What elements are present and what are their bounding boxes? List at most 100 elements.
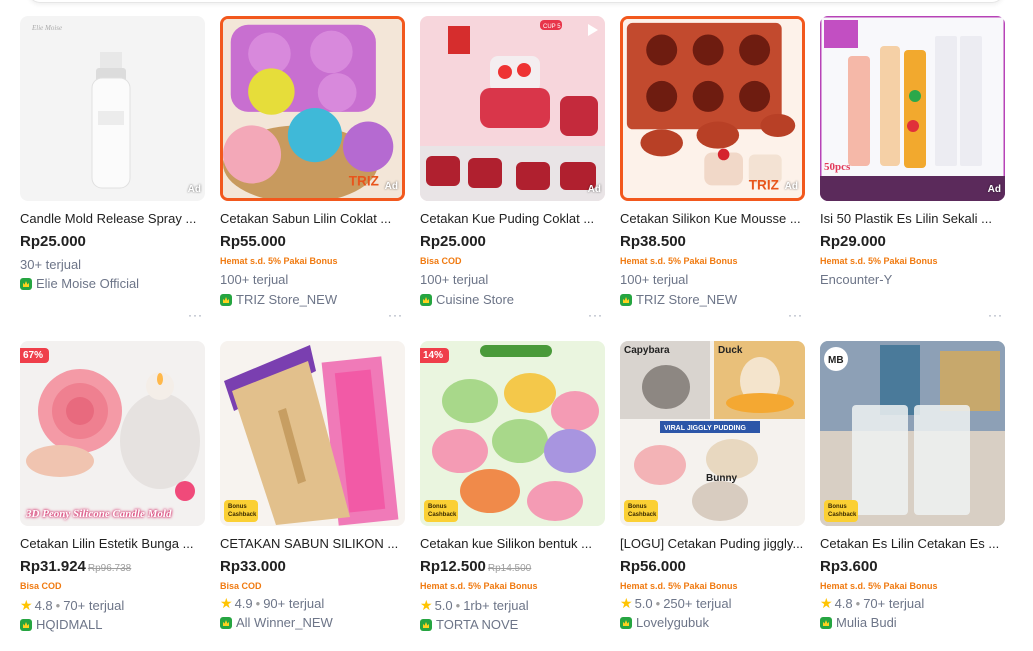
shop-info[interactable]: HQIDMALL <box>20 617 102 632</box>
promo-label: Hemat s.d. 5% Pakai Bonus <box>820 581 938 591</box>
product-image[interactable]: 50pcs Ad <box>820 16 1005 201</box>
svg-text:Elie Moise: Elie Moise <box>31 24 62 32</box>
shop-info[interactable]: TRIZ Store_NEW <box>220 292 337 307</box>
product-price: Rp55.000 <box>220 233 286 250</box>
product-card[interactable]: MB Bonus Cashback Cetakan Es Lilin Cetak… <box>820 341 1005 651</box>
more-options-icon[interactable]: ··· <box>788 308 803 322</box>
shop-info[interactable]: Mulia Budi <box>820 615 897 630</box>
sold-count: 100+ terjual <box>620 272 689 287</box>
product-title[interactable]: Cetakan Silikon Kue Mousse ... <box>620 211 805 226</box>
shop-badge-icon <box>20 619 32 631</box>
product-image[interactable]: Elie Moise Ad <box>20 16 205 201</box>
original-price: Rp14.500 <box>487 563 532 574</box>
promo-label: Hemat s.d. 5% Pakai Bonus <box>420 581 538 591</box>
shop-name: TORTA NOVE <box>436 617 519 632</box>
rating-sold: ★ 4.8 • 70+ terjual <box>820 595 925 611</box>
promo-label: Bisa COD <box>420 256 462 266</box>
product-image[interactable]: TRIZ Ad <box>620 16 805 201</box>
product-price: Rp38.500 <box>620 233 686 250</box>
product-title[interactable]: CETAKAN SABUN SILIKON ... <box>220 536 405 551</box>
promo-label: Bisa COD <box>20 581 62 591</box>
cashback-badge: Bonus Cashback <box>224 500 258 522</box>
product-price: Rp25.000 <box>420 233 486 250</box>
svg-text:Duck: Duck <box>718 345 743 356</box>
product-image[interactable]: 14% Bonus Cashback <box>420 341 605 526</box>
product-title[interactable]: Isi 50 Plastik Es Lilin Sekali ... <box>820 211 1005 226</box>
ad-label: Ad <box>784 181 798 192</box>
product-card[interactable]: Bonus Cashback CETAKAN SABUN SILIKON ...… <box>220 341 405 651</box>
shop-name: All Winner_NEW <box>236 615 333 630</box>
product-title[interactable]: Candle Mold Release Spray ... <box>20 211 205 226</box>
promo-label: Hemat s.d. 5% Pakai Bonus <box>220 256 338 266</box>
image-caption: 3D Peony Silicone Candle Mold <box>26 508 172 520</box>
more-options-icon[interactable]: ··· <box>988 308 1003 322</box>
promo-label: Hemat s.d. 5% Pakai Bonus <box>620 581 738 591</box>
shop-info[interactable]: Elie Moise Official <box>20 276 139 291</box>
product-card[interactable]: TRIZ Ad Cetakan Silikon Kue Mousse ... R… <box>620 16 805 326</box>
product-title[interactable]: Cetakan kue Silikon bentuk ... <box>420 536 605 551</box>
svg-text:50pcs: 50pcs <box>824 161 851 173</box>
search-bar-bottom-edge <box>28 0 1004 3</box>
sold-count: 30+ terjual <box>20 257 82 272</box>
shop-name: TRIZ Store_NEW <box>636 292 738 307</box>
product-card[interactable]: 50pcs Ad Isi 50 Plastik Es Lilin Sekali … <box>820 16 1005 326</box>
shop-badge-icon <box>220 294 232 306</box>
product-card[interactable]: 67% 3D Peony Silicone Candle Mold Cetaka… <box>20 341 205 651</box>
product-card[interactable]: CUP 5 Ad Cetakan Kue Puding Coklat ... R… <box>420 16 605 326</box>
rating-sold: ★ 4.8 • 70+ terjual <box>20 597 125 613</box>
product-title[interactable]: Cetakan Sabun Lilin Coklat ... <box>220 211 405 226</box>
rating-sold: ★ 4.9 • 90+ terjual <box>220 595 325 611</box>
ad-label: Ad <box>187 184 201 195</box>
product-image[interactable]: Bonus Cashback <box>220 341 405 526</box>
more-options-icon[interactable]: ··· <box>588 308 603 322</box>
shop-info[interactable]: Lovelygubuk <box>620 615 709 630</box>
shop-info[interactable]: All Winner_NEW <box>220 615 333 630</box>
promo-label: Hemat s.d. 5% Pakai Bonus <box>620 256 738 266</box>
product-card[interactable]: 14% Bonus Cashback Cetakan kue Silikon b… <box>420 341 605 651</box>
shop-name: TRIZ Store_NEW <box>236 292 338 307</box>
product-title[interactable]: [LOGU] Cetakan Puding jiggly... <box>620 536 805 551</box>
shop-badge-icon <box>220 617 232 629</box>
product-title[interactable]: Cetakan Kue Puding Coklat ... <box>420 211 605 226</box>
product-card[interactable]: TRIZ Ad Cetakan Sabun Lilin Coklat ... R… <box>220 16 405 326</box>
cashback-badge: Bonus Cashback <box>624 500 658 522</box>
rating-sold: ★ 5.0 • 250+ terjual <box>620 595 732 611</box>
shop-badge-icon <box>20 278 32 290</box>
shop-name: HQIDMALL <box>36 617 103 632</box>
ad-label: Ad <box>587 184 601 195</box>
promo-label: Bisa COD <box>220 581 262 591</box>
product-image[interactable]: TRIZ Ad <box>220 16 405 201</box>
original-price: Rp96.738 <box>87 563 132 574</box>
sold-count: 100+ terjual <box>420 272 489 287</box>
promo-label: Hemat s.d. 5% Pakai Bonus <box>820 256 938 266</box>
product-price: Rp3.600 <box>820 558 878 575</box>
more-options-icon[interactable]: ··· <box>188 308 203 322</box>
product-image[interactable]: 67% 3D Peony Silicone Candle Mold <box>20 341 205 526</box>
svg-text:Capybara: Capybara <box>624 345 670 356</box>
sold-count: 100+ terjual <box>220 272 289 287</box>
shop-name[interactable]: Encounter-Y <box>820 272 892 287</box>
shop-name: Mulia Budi <box>836 615 897 630</box>
shop-badge-icon <box>820 617 832 629</box>
star-icon: ★ <box>220 595 233 611</box>
shop-name: Cuisine Store <box>436 292 515 307</box>
product-title[interactable]: Cetakan Lilin Estetik Bunga ... <box>20 536 205 551</box>
product-card[interactable]: Capybara Duck VIRAL JIGGLY PUDDING Bunny… <box>620 341 805 651</box>
shop-info[interactable]: TRIZ Store_NEW <box>620 292 737 307</box>
product-image[interactable]: MB Bonus Cashback <box>820 341 1005 526</box>
shop-badge-icon <box>620 294 632 306</box>
product-image[interactable]: Capybara Duck VIRAL JIGGLY PUDDING Bunny… <box>620 341 805 526</box>
rating-sold: ★ 5.0 • 1rb+ terjual <box>420 597 529 613</box>
product-image[interactable]: CUP 5 Ad <box>420 16 605 201</box>
star-icon: ★ <box>620 595 633 611</box>
product-card[interactable]: Elie Moise Ad Candle Mold Release Spray … <box>20 16 205 326</box>
product-price: Rp56.000 <box>620 558 686 575</box>
more-options-icon[interactable]: ··· <box>388 308 403 322</box>
shop-info[interactable]: TORTA NOVE <box>420 617 518 632</box>
product-title[interactable]: Cetakan Es Lilin Cetakan Es ... <box>820 536 1005 551</box>
shop-badge-icon <box>420 294 432 306</box>
product-price: Rp31.924 Rp96.738 <box>20 558 132 575</box>
shop-info[interactable]: Cuisine Store <box>420 292 514 307</box>
svg-text:Bunny: Bunny <box>706 473 738 484</box>
discount-badge: 14% <box>420 348 450 363</box>
